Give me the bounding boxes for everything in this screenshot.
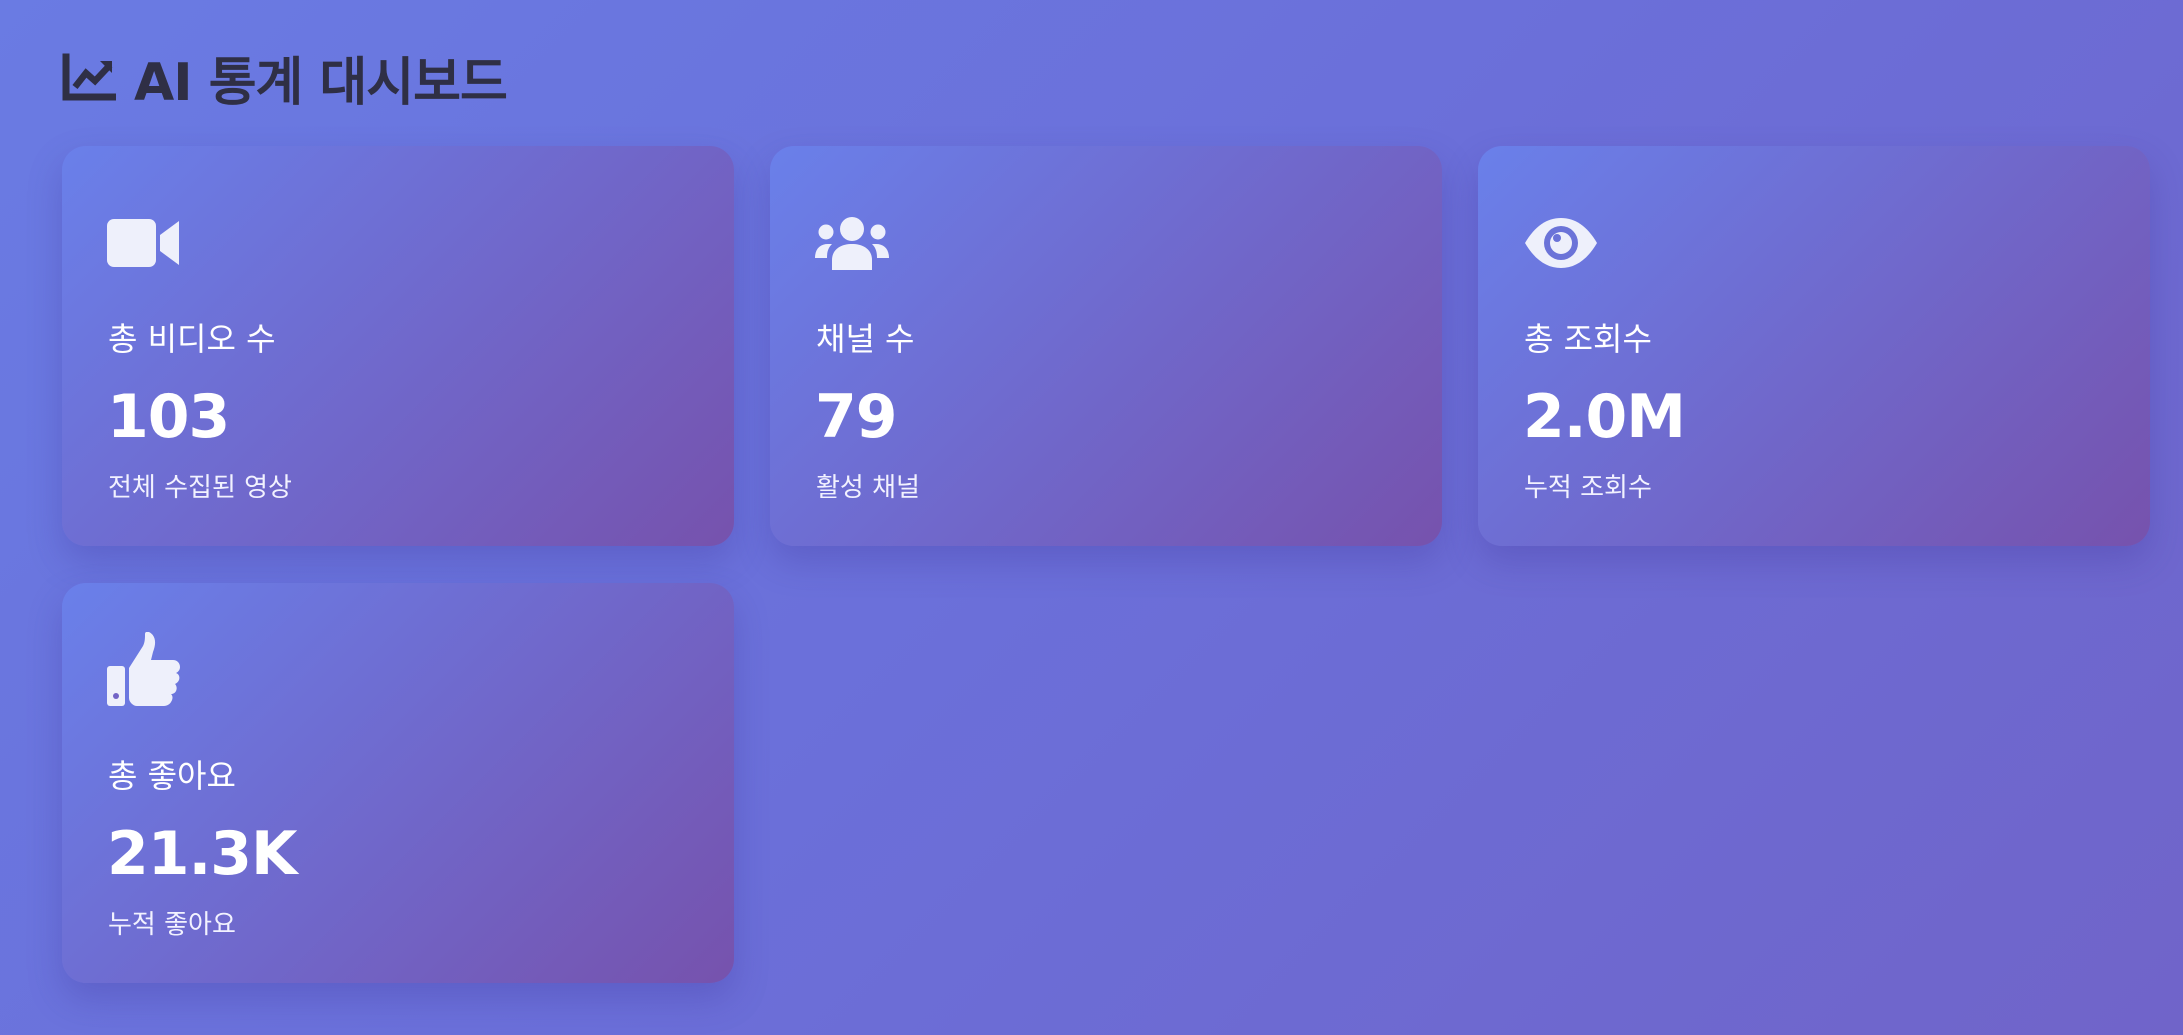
eye-icon — [1523, 205, 1599, 281]
stat-value: 2.0M — [1523, 382, 1686, 452]
stat-subtitle: 전체 수집된 영상 — [108, 473, 292, 503]
stat-subtitle: 누적 좋아요 — [108, 910, 236, 940]
video-camera-icon — [107, 205, 183, 281]
page-title: AI 통계 대시보드 — [62, 42, 508, 113]
stat-card-views: 총 조회수 2.0M 누적 조회수 — [1478, 146, 2150, 546]
stat-label: 채널 수 — [816, 320, 915, 358]
stat-value: 103 — [107, 382, 230, 452]
stat-card-channels: 채널 수 79 활성 채널 — [770, 146, 1442, 546]
stat-value: 21.3K — [107, 819, 298, 889]
stat-label: 총 좋아요 — [108, 757, 236, 795]
stat-card-likes: 총 좋아요 21.3K 누적 좋아요 — [62, 583, 734, 983]
page-title-text: AI 통계 대시보드 — [134, 52, 508, 113]
stat-value: 79 — [815, 382, 897, 452]
users-icon — [815, 205, 891, 281]
stat-card-videos: 총 비디오 수 103 전체 수집된 영상 — [62, 146, 734, 546]
chart-line-icon — [62, 53, 116, 101]
stat-subtitle: 누적 조회수 — [1524, 473, 1652, 503]
stat-subtitle: 활성 채널 — [816, 473, 920, 503]
thumbs-up-icon — [107, 632, 183, 708]
stat-label: 총 조회수 — [1524, 320, 1652, 358]
stat-label: 총 비디오 수 — [108, 320, 276, 358]
